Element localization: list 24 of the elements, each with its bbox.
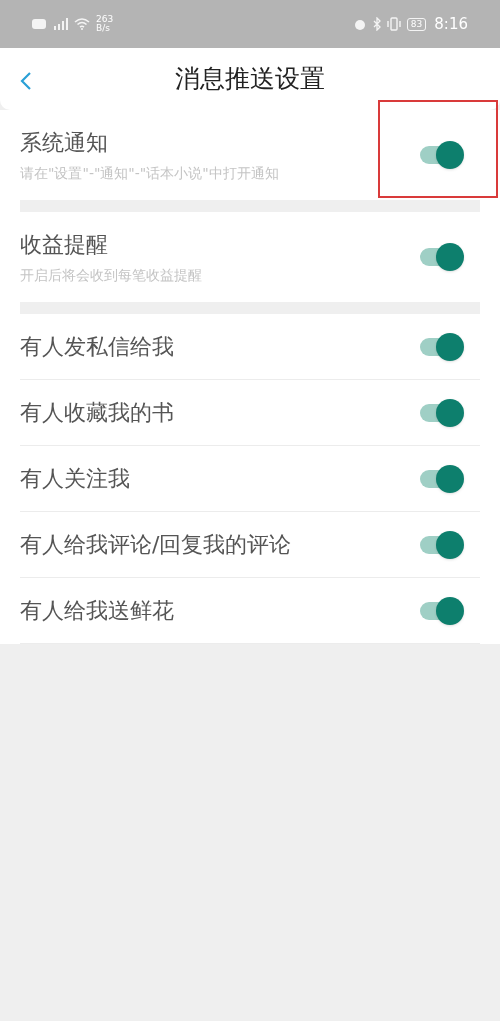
setting-title: 系统通知: [20, 129, 109, 157]
setting-title: 有人给我评论/回复我的评论: [20, 531, 292, 559]
bluetooth-icon: [372, 17, 381, 31]
toggle-switch[interactable]: [418, 331, 464, 362]
toggle-switch[interactable]: [418, 529, 464, 560]
setting-title: 有人给我送鲜花: [20, 597, 174, 625]
network-speed: 263: [96, 15, 114, 24]
speed-unit: B/s: [96, 24, 111, 33]
setting-title: 有人收藏我的书: [20, 399, 174, 427]
signal-icon: [52, 18, 68, 30]
setting-title: 有人发私信给我: [20, 333, 174, 361]
battery-level: 83: [406, 17, 427, 31]
setting-title: 有人关注我: [20, 465, 130, 493]
toggle-switch[interactable]: [418, 595, 464, 626]
back-icon[interactable]: [20, 71, 32, 91]
vibrate-icon: [386, 17, 401, 31]
setting-title: 收益提醒: [20, 231, 109, 259]
wifi-icon: [74, 18, 90, 30]
toggle-switch[interactable]: [418, 397, 464, 428]
page-title: 消息推送设置: [175, 63, 325, 96]
toggle-switch[interactable]: [418, 463, 464, 494]
toggle-switch[interactable]: [418, 242, 464, 272]
toggle-switch[interactable]: [418, 140, 464, 170]
status-time: 8:16: [434, 13, 468, 35]
